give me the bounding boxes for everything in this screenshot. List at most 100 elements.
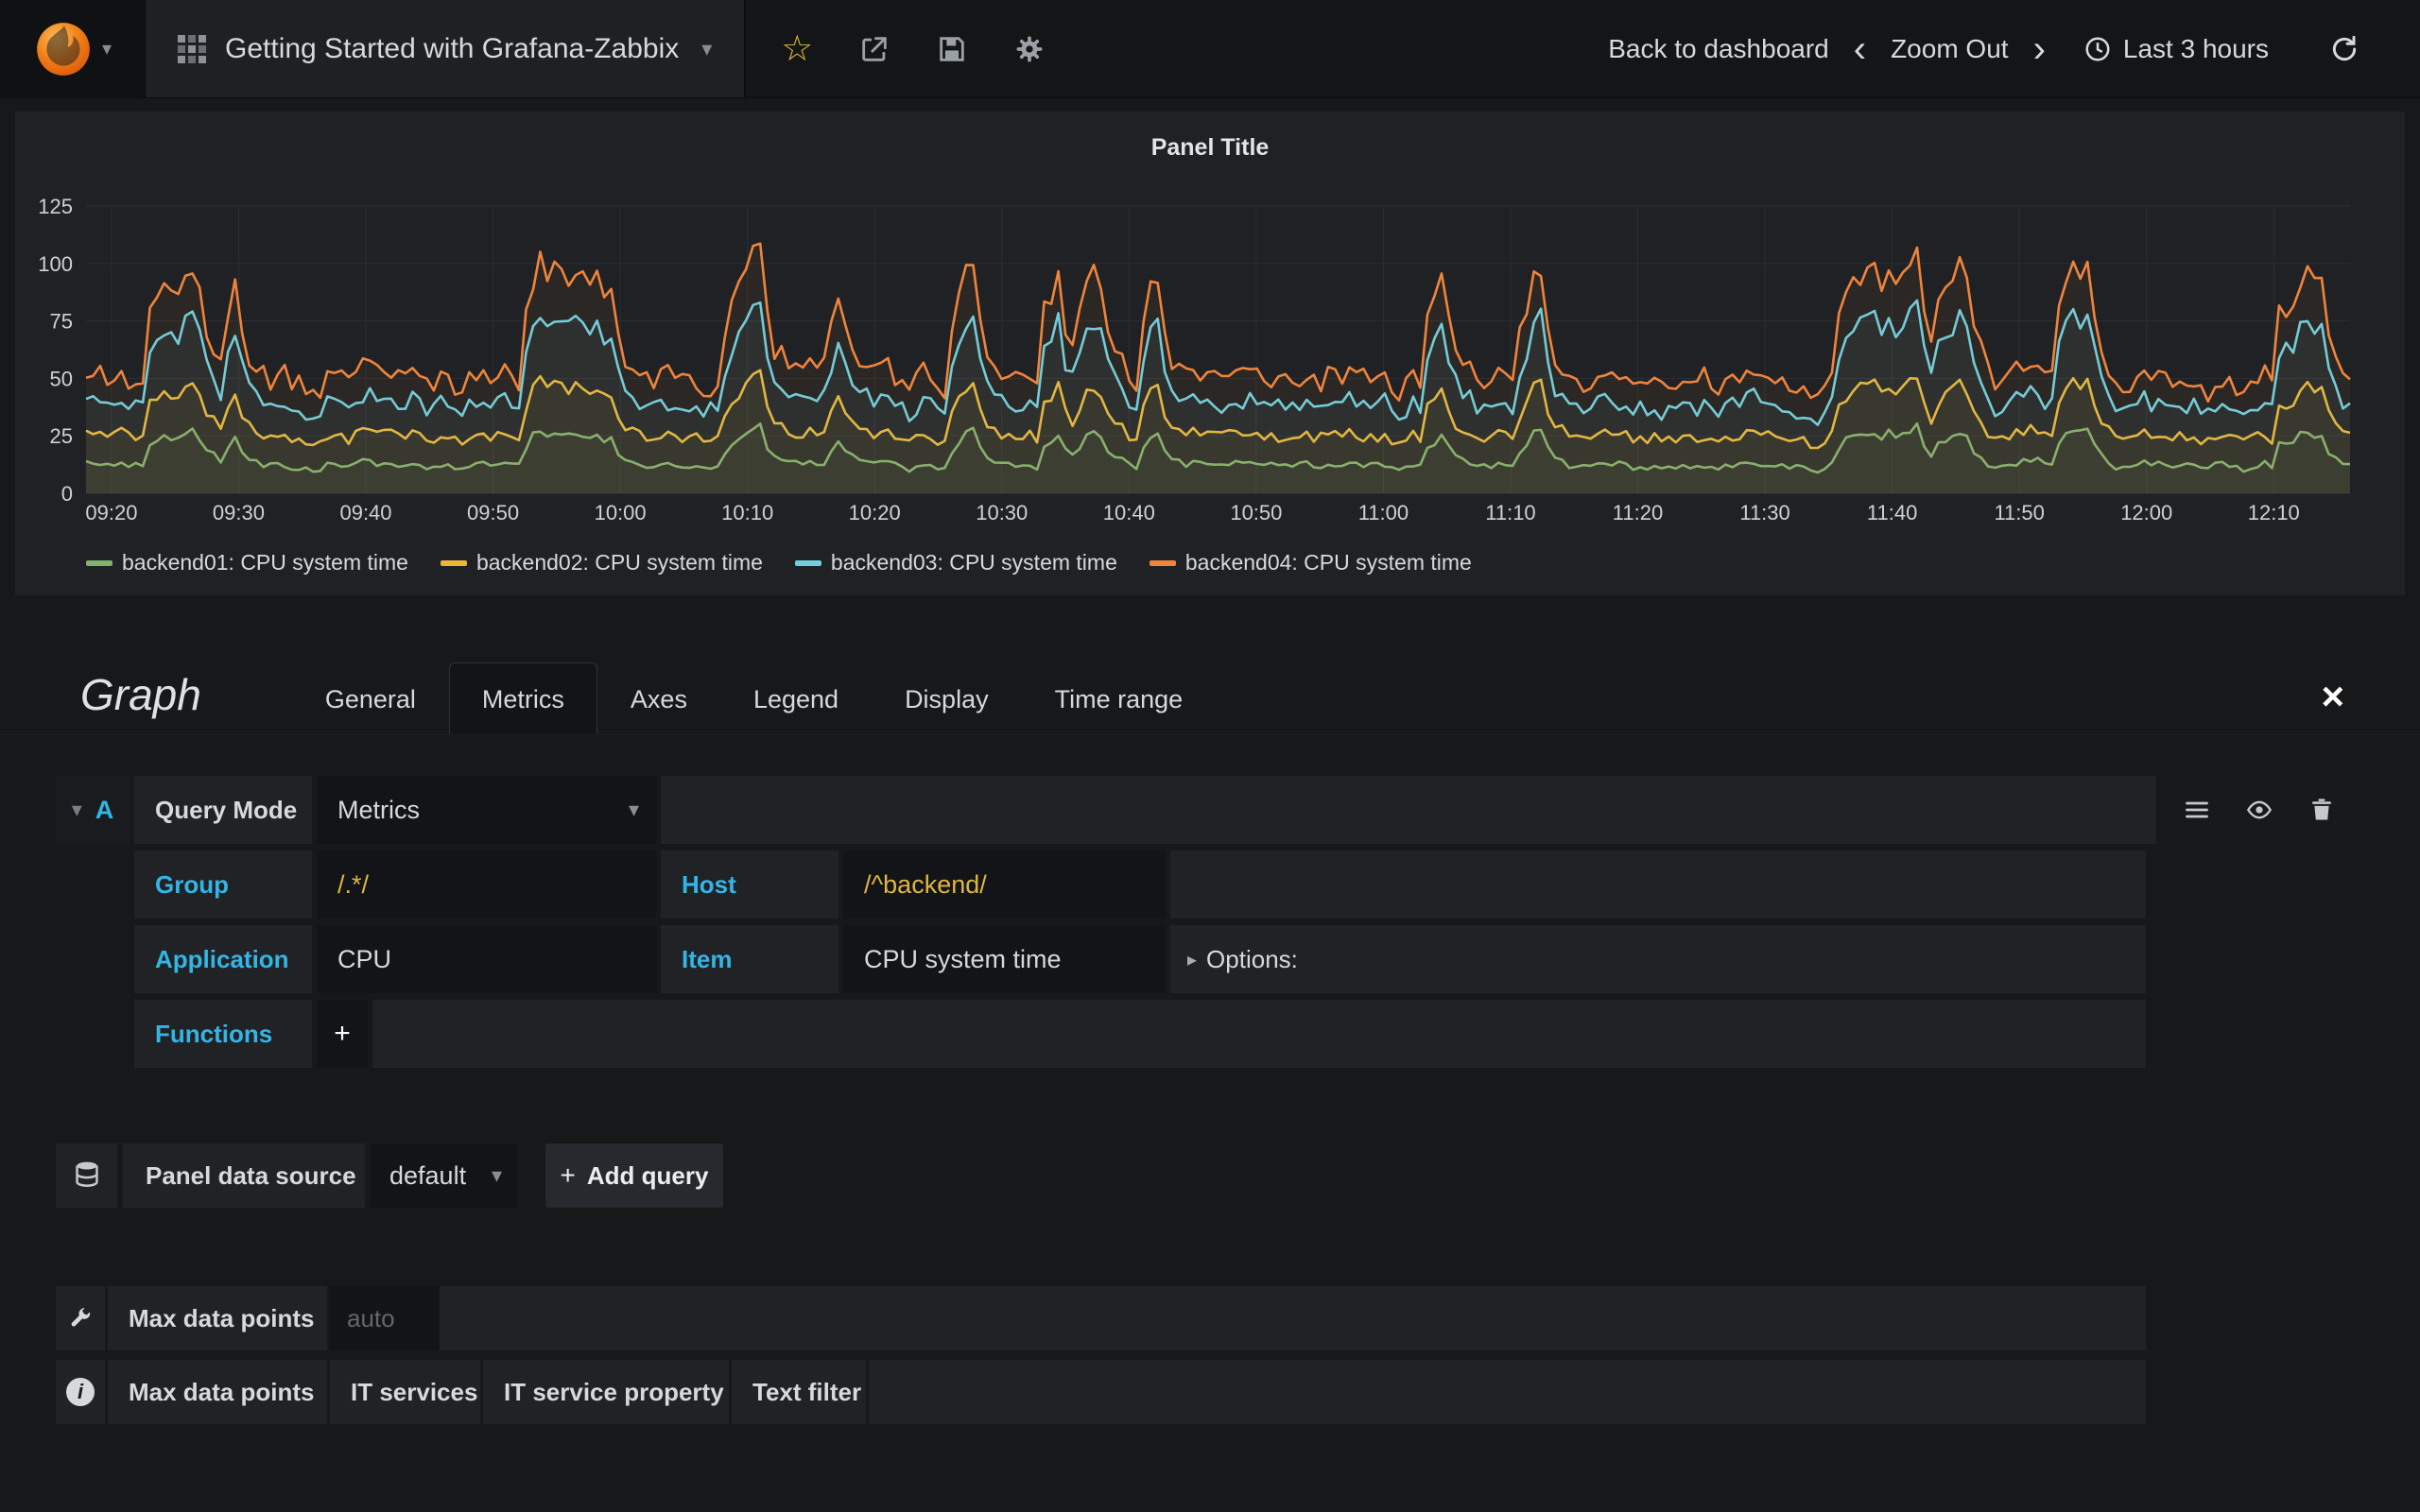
row-filler: ▸ Options: [1170,925,2146,993]
share-icon[interactable] [854,0,895,97]
caret-down-icon: ▾ [629,798,639,822]
query-delete-button[interactable] [2294,776,2348,844]
clock-icon [2083,35,2112,63]
svg-text:11:00: 11:00 [1358,501,1409,524]
svg-text:10:30: 10:30 [976,501,1028,524]
legend-item[interactable]: backend03: CPU system time [795,550,1117,576]
options-label: Options: [1206,945,1298,974]
legend-label: backend04: CPU system time [1185,550,1472,576]
caret-down-icon: ▾ [701,37,712,61]
svg-text:25: 25 [50,424,73,448]
caret-down-icon: ▾ [492,1163,502,1188]
max-data-points-row: Max data points [56,1286,2146,1350]
legend-item[interactable]: backend02: CPU system time [441,550,763,576]
save-icon[interactable] [931,0,973,97]
query-editor: ▾ A Query Mode Metrics ▾ [0,776,2420,1068]
row-filler [661,776,2156,844]
legend-color-icon [86,560,112,566]
dashboard-title: Getting Started with Grafana-Zabbix [225,33,679,65]
query-ref-id: A [95,796,114,825]
item-input[interactable]: CPU system time [843,925,1166,993]
svg-text:0: 0 [61,482,73,506]
option-max-data-points[interactable]: Max data points [108,1360,327,1424]
functions-label: Functions [134,1000,312,1068]
group-label: Group [134,850,312,919]
tab-axes[interactable]: Axes [597,662,720,734]
panel-title[interactable]: Panel Title [15,112,2405,166]
add-query-label: Add query [587,1161,709,1191]
query-row-application-item: Application CPU Item CPU system time ▸ O… [56,925,2146,993]
tab-legend[interactable]: Legend [720,662,872,734]
time-shift-right-icon[interactable]: › [2009,30,2070,68]
legend-item[interactable]: backend01: CPU system time [86,550,408,576]
datasource-row: Panel data source default ▾ + Add query [56,1143,2420,1208]
caret-down-icon: ▾ [102,37,112,60]
info-icon-cell: i [56,1360,105,1424]
panel-editor: Graph General Metrics Axes Legend Displa… [0,660,2420,1424]
time-range-label: Last 3 hours [2123,34,2269,64]
tab-time-range[interactable]: Time range [1022,662,1217,734]
dashboard-title-button[interactable]: Getting Started with Grafana-Zabbix ▾ [144,0,746,97]
database-icon [73,1160,101,1191]
zoom-out-button[interactable]: Zoom Out [1891,34,2008,64]
svg-text:11:10: 11:10 [1485,501,1535,524]
star-icon[interactable]: ☆ [776,0,818,97]
application-label: Application [134,925,312,993]
row-indent [56,850,130,919]
eye-icon [2246,797,2273,823]
item-label: Item [661,925,838,993]
row-indent [56,925,130,993]
row-filler [440,1286,2146,1350]
settings-gear-icon[interactable] [1009,0,1050,97]
options-toggle[interactable]: ▸ Options: [1187,945,1298,974]
host-input[interactable]: /^backend/ [843,850,1166,919]
query-menu-button[interactable] [2169,776,2223,844]
info-icon: i [66,1378,95,1406]
max-data-points-input[interactable] [330,1286,440,1350]
back-to-dashboard-button[interactable]: Back to dashboard [1608,34,1829,64]
close-editor-icon[interactable]: × [2321,677,2344,716]
svg-text:10:00: 10:00 [595,501,647,524]
host-label: Host [661,850,838,919]
query-row-group-host: Group /.*/ Host /^backend/ [56,850,2146,919]
option-it-services[interactable]: IT services [330,1360,480,1424]
datasource-icon-cell [56,1143,117,1208]
wrench-icon [68,1306,93,1331]
query-mode-label: Query Mode [134,776,312,844]
time-picker-button[interactable]: Last 3 hours [2083,34,2269,64]
add-function-button[interactable]: + [317,1000,368,1068]
svg-text:12:00: 12:00 [2120,501,2172,524]
query-collapse-button[interactable]: ▾ A [56,776,130,844]
query-toggle-visibility-button[interactable] [2232,776,2286,844]
grafana-logo[interactable]: ▾ [0,0,144,97]
legend-label: backend03: CPU system time [831,550,1117,576]
svg-text:09:50: 09:50 [467,501,519,524]
legend-label: backend02: CPU system time [476,550,763,576]
svg-text:75: 75 [50,310,73,334]
row-filler [1170,850,2146,919]
query-row-functions: Functions + [56,1000,2146,1068]
application-input[interactable]: CPU [317,925,656,993]
add-query-button[interactable]: + Add query [545,1143,723,1208]
navbar-right: Back to dashboard ‹ Zoom Out › Last 3 ho… [1608,0,2420,97]
legend-color-icon [441,560,467,566]
svg-text:09:30: 09:30 [213,501,265,524]
tab-metrics[interactable]: Metrics [449,662,597,734]
refresh-icon[interactable] [2329,34,2360,64]
option-it-service-property[interactable]: IT service property [483,1360,729,1424]
legend-item[interactable]: backend04: CPU system time [1150,550,1472,576]
tab-general[interactable]: General [292,662,449,734]
tab-display[interactable]: Display [872,662,1022,734]
datasource-dropdown[interactable]: default ▾ [371,1143,517,1208]
svg-text:09:20: 09:20 [85,501,137,524]
query-mode-value: Metrics [337,796,420,825]
group-input[interactable]: /.*/ [317,850,656,919]
svg-text:100: 100 [38,252,73,276]
menu-icon [2184,797,2210,823]
plus-icon: + [561,1160,576,1191]
option-text-filter[interactable]: Text filter [732,1360,866,1424]
grafana-flame-icon [32,18,95,80]
panel-type-title: Graph [80,669,201,726]
query-mode-dropdown[interactable]: Metrics ▾ [317,776,656,844]
time-shift-left-icon[interactable]: ‹ [1829,30,1891,68]
